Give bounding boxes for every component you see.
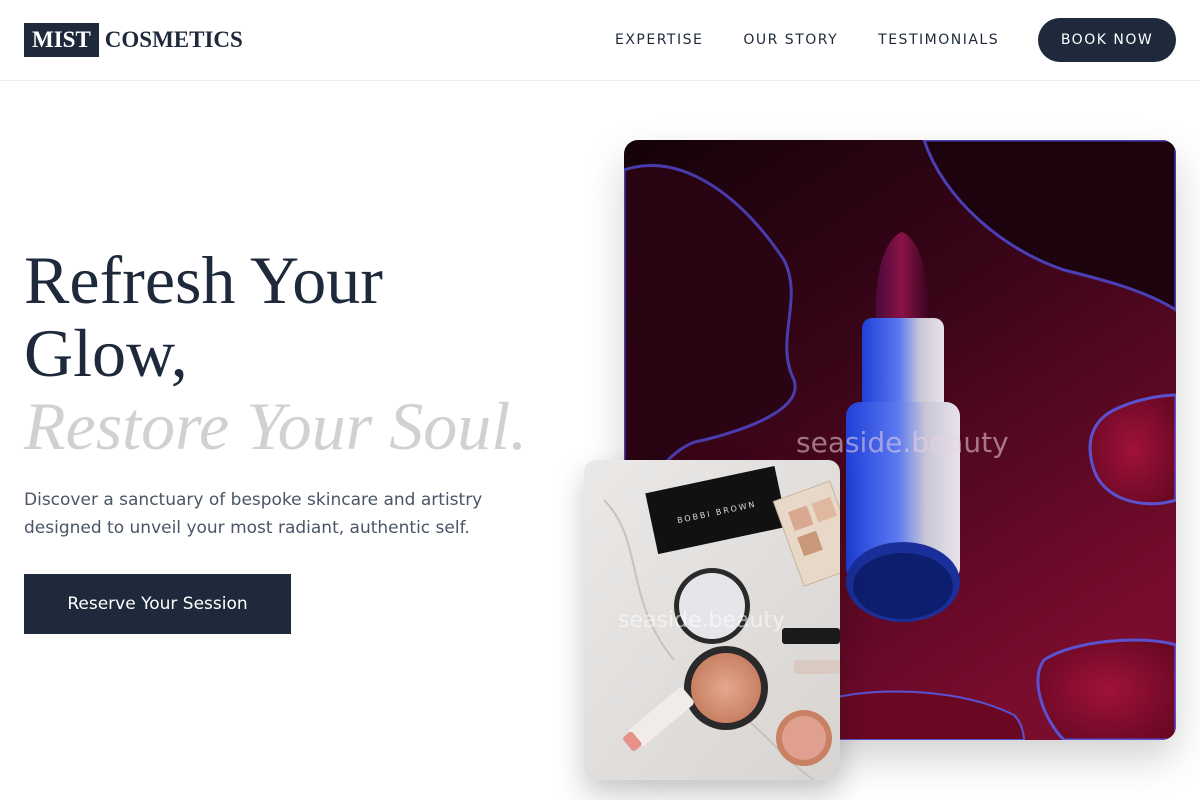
hero-title-accent: Restore Your Soul.: [24, 388, 528, 464]
logo-box: MIST: [24, 23, 99, 57]
site-header: MIST COSMETICS EXPERTISE OUR STORY TESTI…: [0, 0, 1200, 81]
main-nav: EXPERTISE OUR STORY TESTIMONIALS: [615, 30, 999, 50]
logo[interactable]: MIST COSMETICS: [24, 23, 243, 57]
nav-link-our-story[interactable]: OUR STORY: [743, 30, 838, 50]
nav-link-expertise[interactable]: EXPERTISE: [615, 30, 703, 50]
reserve-session-button[interactable]: Reserve Your Session: [24, 574, 291, 634]
logo-text: COSMETICS: [104, 27, 243, 52]
image-watermark: seaside.beauty: [618, 608, 786, 633]
image-watermark: seaside.beauty: [796, 426, 1009, 459]
makeup-flatlay-image: BOBBI BROWN seaside.beauty: [584, 460, 840, 780]
hero-title-line-1: Refresh Your: [24, 242, 383, 318]
nav-link-testimonials[interactable]: TESTIMONIALS: [878, 30, 999, 50]
book-now-button[interactable]: BOOK NOW: [1038, 18, 1176, 62]
hero-title-line-2: Glow,: [24, 315, 188, 391]
hero-description: Discover a sanctuary of bespoke skincare…: [24, 490, 483, 538]
hero-title: Refresh Your Glow, Restore Your Soul.: [24, 244, 584, 463]
